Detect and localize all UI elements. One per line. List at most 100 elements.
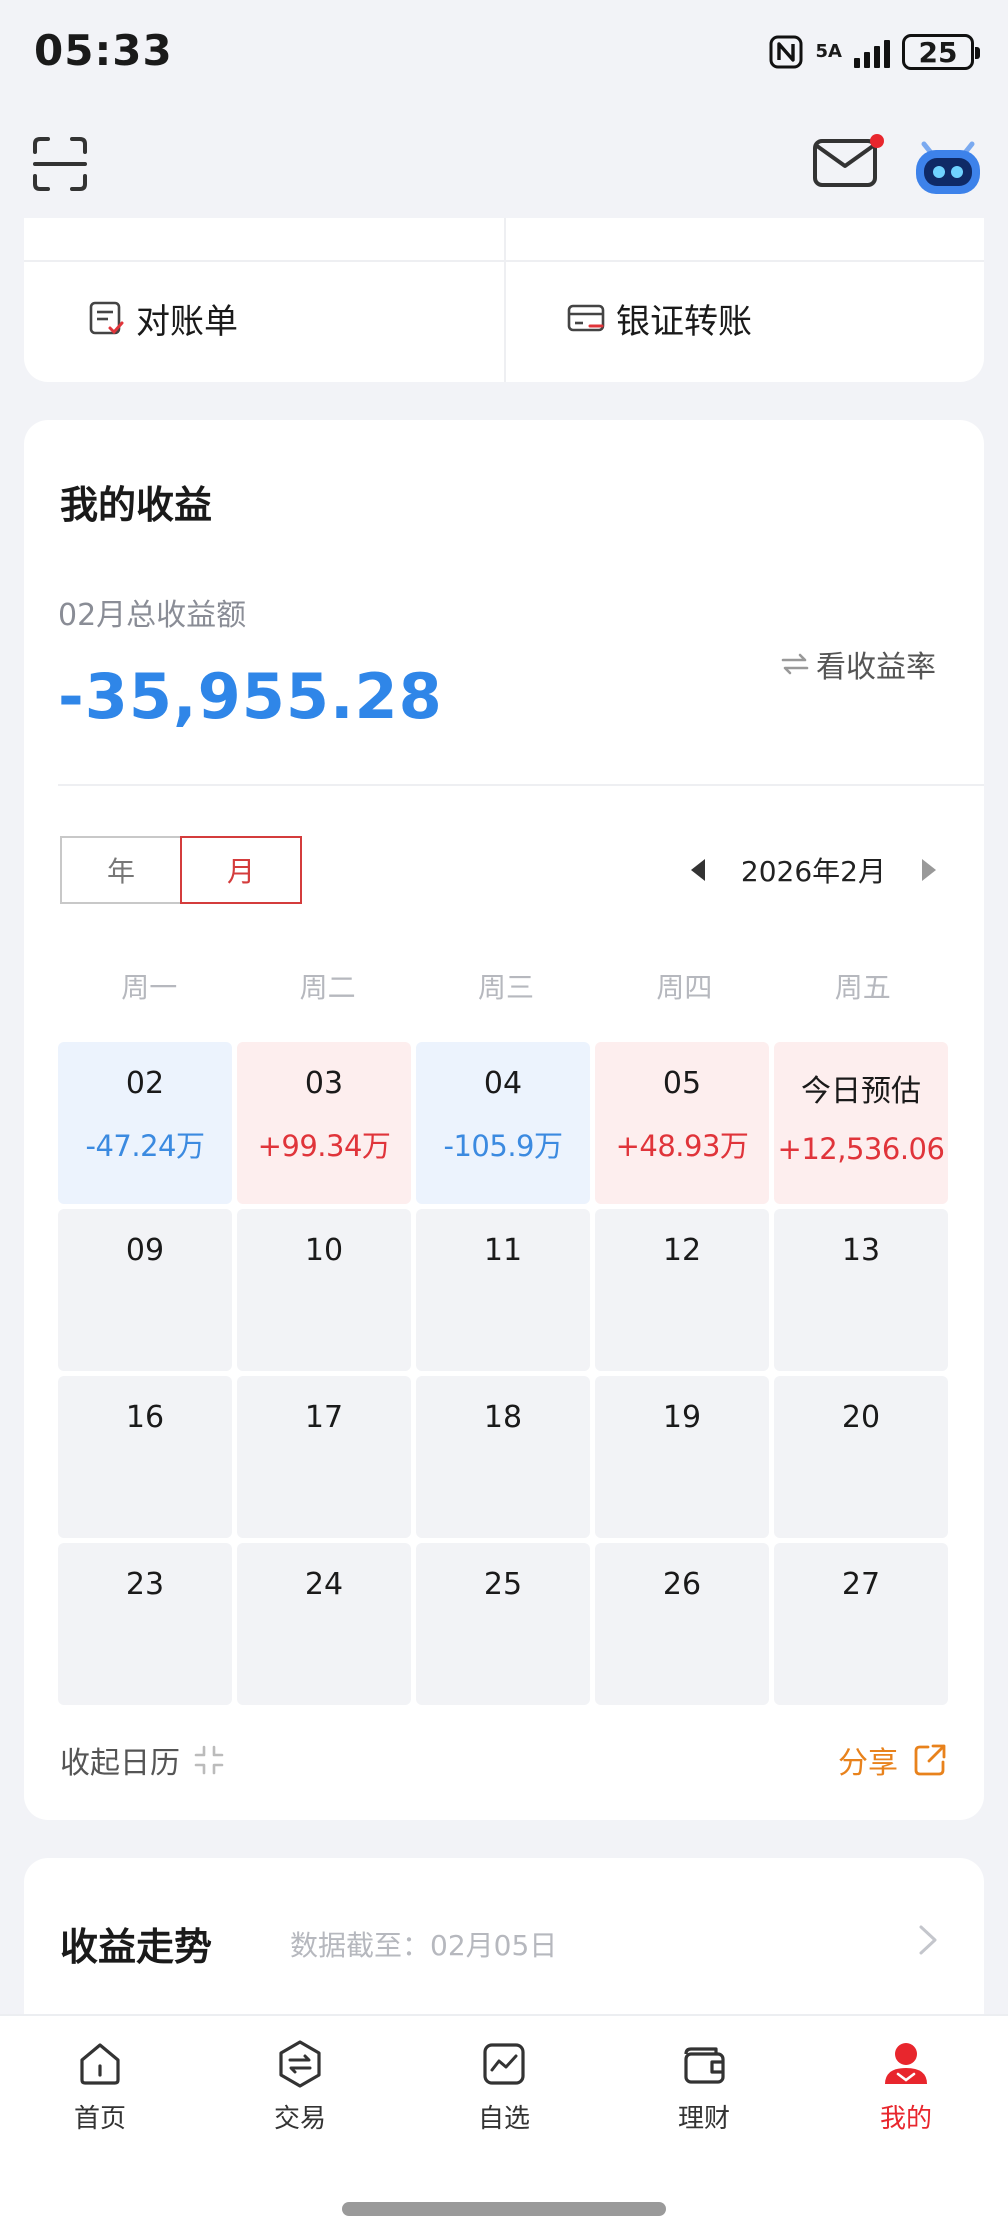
battery-icon: 25 (902, 34, 980, 70)
chevron-right-icon (919, 1925, 937, 1955)
calendar-day-label: 19 (662, 1400, 702, 1435)
calendar-day-label: 10 (304, 1233, 344, 1268)
calendar-day-cell[interactable]: 26 (595, 1543, 769, 1705)
nav-watchlist-label: 自选 (477, 2104, 530, 2134)
month-picker: 2026年2月 (690, 836, 936, 904)
earnings-trend-card[interactable]: 收益走势 数据截至：02月05日 (24, 1858, 984, 2018)
nav-mine[interactable]: 我的 (836, 2038, 976, 2135)
nav-trade[interactable]: 交易 (230, 2038, 370, 2135)
calendar-day-earnings: +48.93万 (615, 1129, 749, 1163)
bank-transfer-label: 银证转账 (616, 301, 752, 342)
calendar-day-cell[interactable]: 09 (58, 1209, 232, 1371)
nav-home[interactable]: 首页 (30, 2038, 170, 2135)
calendar-day-cell[interactable]: 17 (237, 1376, 411, 1538)
mail-icon[interactable] (812, 136, 878, 190)
month-total-value: -35,955.28 (58, 660, 443, 733)
weekday-label: 周二 (299, 971, 356, 1004)
calendar-day-cell[interactable]: 24 (237, 1543, 411, 1705)
nav-watchlist[interactable]: 自选 (434, 2038, 574, 2135)
weekday-label: 周三 (477, 971, 534, 1004)
collapse-icon (194, 1745, 224, 1775)
nav-wealth-label: 理财 (677, 2104, 730, 2134)
bank-card-icon (567, 304, 605, 332)
statement-label: 对账单 (136, 301, 238, 342)
calendar-day-label: 12 (662, 1233, 702, 1268)
calendar-day-label: 05 (662, 1066, 702, 1101)
home-indicator[interactable] (342, 2202, 666, 2216)
nfc-icon (769, 35, 803, 69)
calendar-day-cell[interactable]: 05 +48.93万 (595, 1042, 769, 1204)
divider (58, 784, 984, 786)
share-label: 分享 (838, 1746, 898, 1781)
status-time: 05:33 (34, 26, 173, 75)
collapse-calendar-button[interactable]: 收起日历 (60, 1738, 226, 1782)
calendar-day-label: 26 (662, 1567, 702, 1602)
trend-title: 收益走势 (60, 1925, 213, 1969)
calendar-day-cell[interactable]: 16 (58, 1376, 232, 1538)
bank-transfer-button[interactable]: 银证转账 (566, 288, 752, 348)
calendar-day-label: 13 (841, 1233, 881, 1268)
weekday-label: 周四 (656, 971, 713, 1004)
app-screen: 05:33 5A 25 对账单 银证转账 我的收益 02月总收益额 -35,95… (0, 0, 1008, 2232)
share-icon (914, 1744, 946, 1776)
calendar-day-cell[interactable]: 03 +99.34万 (237, 1042, 411, 1204)
nav-mine-label: 我的 (879, 2104, 932, 2134)
trend-data-date: 数据截至：02月05日 (290, 1929, 558, 1962)
collapse-calendar-label: 收起日历 (60, 1746, 180, 1781)
scan-icon[interactable] (32, 136, 88, 192)
battery-level: 25 (918, 35, 958, 69)
status-icons: 5A 25 (768, 30, 980, 74)
calendar-day-cell[interactable]: 10 (237, 1209, 411, 1371)
share-button[interactable]: 分享 (838, 1738, 948, 1782)
quick-tools-card: 对账单 银证转账 (24, 218, 984, 382)
calendar-day-earnings: +99.34万 (257, 1129, 391, 1163)
tab-year[interactable]: 年 (60, 836, 182, 904)
next-month-icon[interactable] (922, 859, 936, 881)
wallet-icon (684, 2047, 725, 2084)
statement-button[interactable]: 对账单 (86, 288, 238, 348)
nav-wealth[interactable]: 理财 (634, 2038, 774, 2135)
calendar-day-earnings: +12,536.06 (777, 1132, 945, 1166)
calendar-day-cell[interactable]: 今日预估 +12,536.06 (774, 1042, 948, 1204)
calendar-day-label: 09 (125, 1233, 165, 1268)
calendar-day-earnings: -105.9万 (443, 1129, 564, 1163)
unread-dot (870, 134, 884, 148)
month-total-label: 02月总收益额 (58, 598, 247, 633)
prev-month-icon[interactable] (690, 859, 705, 881)
nav-home-label: 首页 (73, 2104, 126, 2134)
calendar-day-cell[interactable]: 23 (58, 1543, 232, 1705)
calendar-day-cell[interactable]: 20 (774, 1376, 948, 1538)
calendar-day-label: 17 (304, 1400, 344, 1435)
robot-assistant-icon[interactable] (912, 136, 984, 196)
calendar-day-cell[interactable]: 18 (416, 1376, 590, 1538)
calendar-day-cell[interactable]: 02 -47.24万 (58, 1042, 232, 1204)
calendar-day-cell[interactable]: 13 (774, 1209, 948, 1371)
weekday-header: 周一 周二 周三 周四 周五 (60, 966, 952, 1006)
calendar-day-label: 18 (483, 1400, 523, 1435)
calendar-day-cell[interactable]: 04 -105.9万 (416, 1042, 590, 1204)
current-period: 2026年2月 (740, 855, 886, 888)
calendar-day-cell[interactable]: 19 (595, 1376, 769, 1538)
view-rate-button[interactable]: 看收益率 (780, 642, 936, 686)
network-type-label: 5A (815, 41, 842, 62)
earnings-card: 我的收益 02月总收益额 -35,955.28 看收益率 年 月 2026年2月… (24, 420, 984, 1820)
statement-icon (89, 301, 124, 335)
weekday-label: 周五 (834, 971, 891, 1004)
calendar-day-earnings: -47.24万 (85, 1129, 206, 1163)
calendar-day-label: 23 (125, 1567, 165, 1602)
weekday-label: 周一 (121, 971, 178, 1004)
bottom-nav: 首页 交易 自选 理财 我的 (0, 2014, 1008, 2232)
divider (504, 218, 506, 382)
calendar-day-cell[interactable]: 11 (416, 1209, 590, 1371)
view-rate-label: 看收益率 (816, 650, 936, 685)
calendar-day-label: 02 (125, 1066, 165, 1101)
calendar-day-label: 今日预估 (801, 1074, 921, 1109)
calendar-day-label: 04 (483, 1066, 523, 1101)
calendar-day-cell[interactable]: 12 (595, 1209, 769, 1371)
calendar-day-cell[interactable]: 27 (774, 1543, 948, 1705)
nav-trade-label: 交易 (273, 2104, 326, 2134)
calendar-day-label: 20 (841, 1400, 881, 1435)
trade-icon (279, 2040, 321, 2088)
calendar-day-cell[interactable]: 25 (416, 1543, 590, 1705)
tab-month[interactable]: 月 (180, 836, 302, 904)
